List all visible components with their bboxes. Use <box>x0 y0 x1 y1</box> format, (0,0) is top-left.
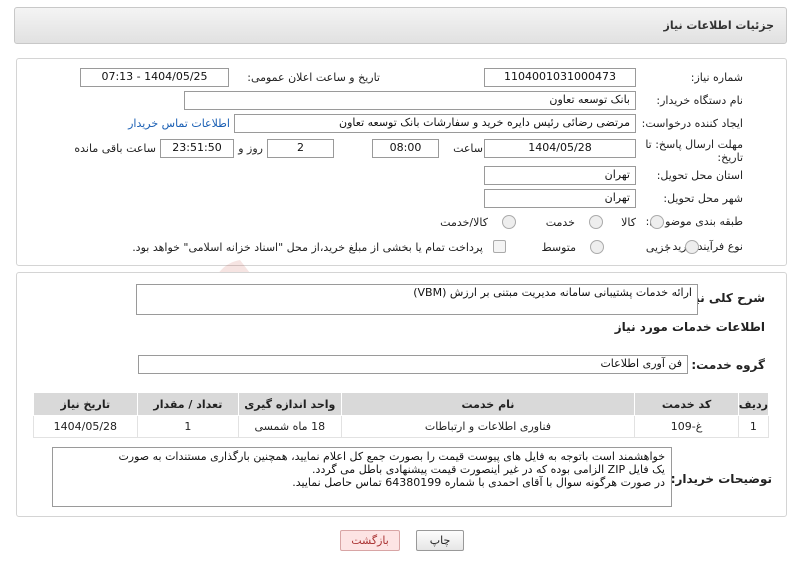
category-goods-service-label: کالا/خدمت <box>440 216 488 229</box>
city-field: تهران <box>484 189 636 208</box>
buyer-notes-line-2: یک فایل ZIP الزامی بوده که در غیر اینصور… <box>312 463 665 476</box>
col-quantity: تعداد / مقدار <box>136 392 240 416</box>
city-label: شهر محل تحویل: <box>663 192 743 205</box>
col-service-name: نام خدمت <box>340 392 636 416</box>
deadline-time-label: ساعت <box>453 142 483 155</box>
cell-service-name: فناوری اطلاعات و ارتباطات <box>340 415 636 438</box>
category-service-label: خدمت <box>545 216 575 229</box>
province-field: تهران <box>484 166 636 185</box>
remaining-label: ساعت باقی مانده <box>74 142 156 155</box>
remaining-days-field: 2 <box>267 139 334 158</box>
table-row: 1 غ-109 فناوری اطلاعات و ارتباطات 18 ماه… <box>33 415 770 438</box>
process-medium-label: متوسط <box>541 241 576 254</box>
days-label: روز و <box>238 142 263 155</box>
deadline-date-field: 1404/05/28 <box>484 139 636 158</box>
page-header: جزئیات اطلاعات نیاز <box>14 7 787 44</box>
buyer-notes-box: خواهشمند است باتوجه به فایل های پیوست قی… <box>52 447 672 507</box>
deadline-label: مهلت ارسال پاسخ: تا <box>645 138 743 151</box>
treasury-payment-checkbox[interactable] <box>493 240 506 253</box>
page-title: جزئیات اطلاعات نیاز <box>663 19 775 32</box>
province-label: استان محل تحویل: <box>656 169 743 182</box>
cell-need-date: 1404/05/28 <box>33 415 138 438</box>
buyer-notes-line-1: خواهشمند است باتوجه به فایل های پیوست قی… <box>118 450 665 463</box>
need-number-label: شماره نیاز: <box>690 71 743 84</box>
cell-row-number: 1 <box>737 415 770 438</box>
announce-label: تاریخ و ساعت اعلان عمومی: <box>247 71 380 84</box>
deadline-label-date: تاریخ: <box>717 151 743 164</box>
process-minor-label: جزیی <box>645 241 671 254</box>
services-table: ردیف کد خدمت نام خدمت واحد اندازه گیری ت… <box>33 392 770 438</box>
buyer-org-field: بانک توسعه تعاون <box>184 91 636 110</box>
category-goods-service-radio[interactable] <box>502 215 516 229</box>
cell-unit: 18 ماه شمسی <box>238 415 342 438</box>
deadline-time-field: 08:00 <box>372 139 439 158</box>
service-group-field: فن آوری اطلاعات <box>138 355 688 374</box>
process-minor-radio[interactable] <box>685 240 699 254</box>
service-group-label: گروه خدمت: <box>691 358 765 372</box>
remaining-time-field: 23:51:50 <box>160 139 234 158</box>
need-number-field: 1104001031000473 <box>484 68 636 87</box>
col-row-number: ردیف <box>737 392 770 416</box>
treasury-payment-text: پرداخت تمام یا بخشی از مبلغ خرید،از محل … <box>132 241 483 254</box>
need-info-section <box>16 58 787 266</box>
category-goods-label: کالا <box>621 216 636 229</box>
col-unit: واحد اندازه گیری <box>238 392 342 416</box>
buyer-notes-label: توضیحات خریدار: <box>670 472 772 486</box>
general-desc-field: ارائه خدمات پشتیبانی سامانه مدیریت مبتنی… <box>136 284 698 315</box>
print-button[interactable]: چاپ <box>416 530 464 551</box>
col-need-date: تاریخ نیاز <box>33 392 138 416</box>
process-type-label: نوع فرآیند خرید : <box>665 240 743 253</box>
back-button[interactable]: بازگشت <box>340 530 400 551</box>
cell-quantity: 1 <box>136 415 240 438</box>
requester-label: ایجاد کننده درخواست: <box>641 117 743 130</box>
col-service-code: کد خدمت <box>634 392 739 416</box>
buyer-org-label: نام دستگاه خریدار: <box>656 94 743 107</box>
category-goods-radio[interactable] <box>650 215 664 229</box>
table-header-row: ردیف کد خدمت نام خدمت واحد اندازه گیری ت… <box>33 392 770 416</box>
buyer-notes-line-3: در صورت هرگونه سوال با آقای احمدی با شما… <box>292 476 665 489</box>
requester-field: مرتضی رضائی رئیس دایره خرید و سفارشات با… <box>234 114 636 133</box>
announce-datetime-field: 1404/05/25 - 07:13 <box>80 68 229 87</box>
cell-service-code: غ-109 <box>634 415 739 438</box>
services-info-title: اطلاعات خدمات مورد نیاز <box>614 320 765 334</box>
process-medium-radio[interactable] <box>590 240 604 254</box>
category-service-radio[interactable] <box>589 215 603 229</box>
buyer-contact-link[interactable]: اطلاعات تماس خریدار <box>128 117 230 130</box>
